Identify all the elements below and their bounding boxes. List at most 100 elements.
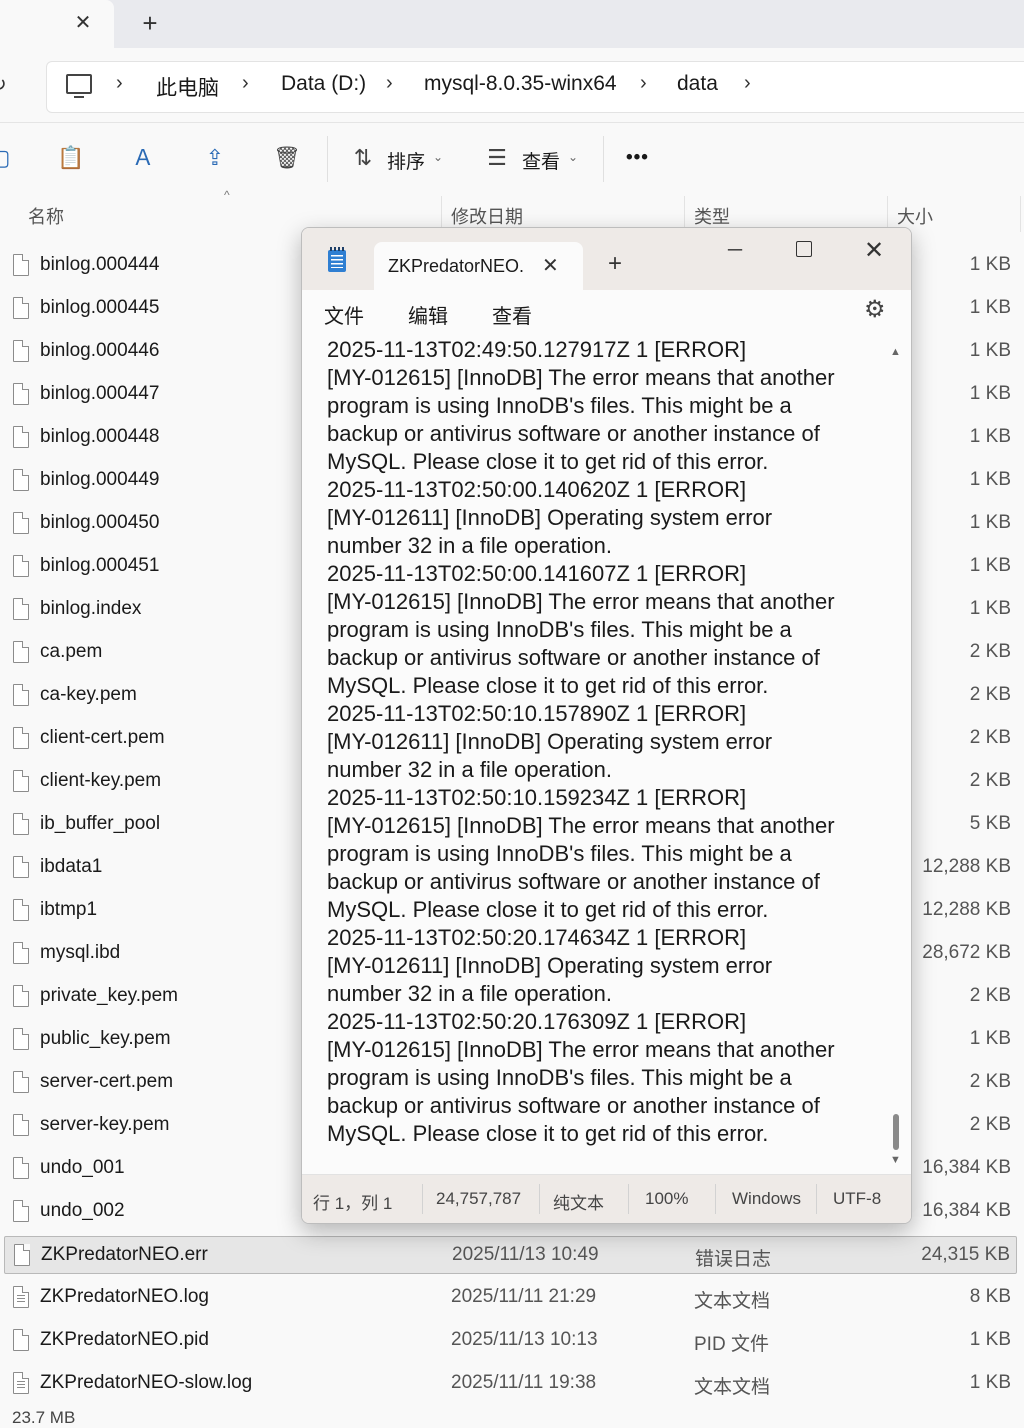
settings-gear-icon[interactable]: ⚙ [864, 298, 886, 322]
view-button[interactable]: 查看 [522, 147, 560, 174]
file-name: binlog.000451 [40, 555, 160, 576]
sort-button[interactable]: 排序 [387, 147, 425, 174]
rename-icon[interactable]: Ａ [129, 144, 157, 172]
file-name: binlog.000448 [40, 426, 160, 447]
file-modified-date: 2025/11/13 10:13 [451, 1329, 598, 1350]
copy-icon[interactable]: ▢ [0, 144, 14, 172]
breadcrumb-data-folder[interactable]: data [677, 72, 718, 96]
scroll-up-icon[interactable]: ▲ [890, 346, 901, 358]
sort-icon[interactable]: ⇅ [349, 144, 377, 172]
scroll-down-icon[interactable]: ▼ [890, 1154, 901, 1166]
minimize-icon[interactable]: ─ [726, 240, 744, 260]
file-name: binlog.000449 [40, 469, 160, 490]
status-selected-size: 23.7 MB [12, 1408, 76, 1427]
chevron-down-icon[interactable]: ⌄ [568, 150, 578, 164]
file-size: 2 KB [969, 727, 1011, 748]
breadcrumb-mysql-folder[interactable]: mysql-8.0.35-winx64 [424, 72, 617, 96]
status-divider [816, 1184, 817, 1214]
text-editor[interactable]: 2025-11-13T02:49:50.127917Z 1 [ERROR] [M… [302, 338, 911, 1174]
breadcrumb-this-pc[interactable]: 此电脑 [156, 72, 219, 102]
status-format: 纯文本 [553, 1194, 604, 1213]
file-name: mysql.ibd [40, 942, 121, 963]
new-tab-icon[interactable]: + [138, 10, 162, 36]
file-row[interactable]: ZKPredatorNEO-slow.log 2025/11/11 19:38 文本… [4, 1365, 1017, 1403]
notepad-tab[interactable]: ZKPredatorNEO.err ✕ [374, 242, 583, 290]
file-name: ib_buffer_pool [40, 813, 161, 834]
file-icon [13, 555, 29, 577]
file-icon [13, 254, 29, 276]
explorer-tab[interactable] [0, 0, 114, 48]
new-tab-icon[interactable]: + [608, 252, 622, 276]
file-name: client-key.pem [40, 770, 162, 791]
close-window-icon[interactable]: ✕ [864, 236, 884, 265]
delete-icon[interactable]: 🗑 [273, 144, 301, 172]
refresh-icon[interactable]: ↻ [0, 72, 7, 97]
file-icon [13, 469, 29, 491]
file-icon [13, 340, 29, 362]
sort-ascending-icon: ^ [224, 188, 230, 202]
file-icon [13, 770, 29, 792]
file-icon [13, 942, 29, 964]
maximize-icon[interactable] [796, 241, 812, 257]
column-name[interactable]: 名称 [28, 203, 64, 229]
file-name: binlog.000450 [40, 512, 160, 533]
chevron-down-icon[interactable]: ⌄ [433, 150, 443, 164]
file-icon [13, 1200, 29, 1222]
paste-icon[interactable]: 📋 [57, 144, 85, 172]
column-modified[interactable]: 修改日期 [451, 203, 523, 229]
notepad-app-icon [328, 247, 346, 272]
file-icon [13, 1028, 29, 1050]
chevron-right-icon[interactable]: › [744, 72, 751, 95]
menu-edit[interactable]: 编辑 [408, 300, 448, 329]
file-type: 文本文档 [694, 1377, 771, 1398]
file-name: binlog.000444 [40, 254, 160, 275]
file-size: 8 KB [969, 1286, 1011, 1307]
tab-close-icon[interactable]: ✕ [72, 12, 94, 34]
file-size: 1 KB [969, 1028, 1011, 1049]
status-cursor-position: 行 1，列 1 [313, 1194, 393, 1213]
column-type[interactable]: 类型 [694, 203, 730, 229]
file-size: 1 KB [969, 297, 1011, 318]
status-zoom[interactable]: 100% [645, 1189, 705, 1209]
file-size: 2 KB [969, 985, 1011, 1006]
file-size: 1 KB [969, 383, 1011, 404]
file-row[interactable]: ZKPredatorNEO.pid 2025/11/13 10:13 PID 文件 1… [4, 1322, 1017, 1360]
share-icon[interactable]: ⇪ [201, 144, 229, 172]
chevron-right-icon[interactable]: › [242, 72, 249, 95]
view-icon[interactable]: ☰ [483, 144, 511, 172]
chevron-right-icon[interactable]: › [640, 72, 647, 95]
breadcrumb-drive-d[interactable]: Data (D:) [281, 72, 366, 96]
file-size: 1 KB [969, 555, 1011, 576]
more-options-button[interactable]: ••• [626, 147, 649, 169]
chevron-right-icon[interactable]: › [386, 72, 393, 95]
file-type: 文本文档 [694, 1291, 771, 1312]
notepad-window[interactable]: ZKPredatorNEO.err ✕ + ─ ✕ 文件 编辑 查看 ⚙ 202… [301, 227, 912, 1224]
computer-icon[interactable] [66, 74, 92, 98]
file-name: client-cert.pem [40, 727, 165, 748]
file-icon [13, 1071, 29, 1093]
status-line-ending: Windows (CRLF) [732, 1189, 802, 1208]
chevron-right-icon[interactable]: › [116, 72, 123, 95]
file-name: ibdata1 [40, 856, 103, 877]
column-size[interactable]: 大小 [897, 203, 933, 229]
file-size: 28,672 KB [922, 942, 1011, 963]
file-icon [13, 598, 29, 620]
status-divider [539, 1184, 540, 1214]
scrollbar-thumb[interactable] [893, 1114, 899, 1150]
file-size: 1 KB [969, 469, 1011, 490]
file-size: 12,288 KB [922, 856, 1011, 877]
file-row[interactable]: ZKPredatorNEO.err 2025/11/13 10:49 错误日志 24,… [4, 1236, 1017, 1274]
file-icon [13, 297, 29, 319]
menu-view[interactable]: 查看 [492, 300, 532, 329]
file-name: binlog.000446 [40, 340, 160, 361]
file-size: 16,384 KB [922, 1200, 1011, 1221]
editor-content[interactable]: 2025-11-13T02:49:50.127917Z 1 [ERROR] [M… [327, 338, 887, 1148]
toolbar-divider [327, 136, 328, 182]
column-divider[interactable] [1020, 196, 1021, 232]
file-row[interactable]: ZKPredatorNEO.log 2025/11/11 21:29 文本文档 8 K… [4, 1279, 1017, 1317]
close-icon[interactable]: ✕ [542, 253, 559, 278]
file-name: binlog.index [40, 598, 142, 619]
file-size: 1 KB [969, 1329, 1011, 1350]
file-name: public_key.pem [40, 1028, 171, 1049]
menu-file[interactable]: 文件 [324, 300, 364, 329]
